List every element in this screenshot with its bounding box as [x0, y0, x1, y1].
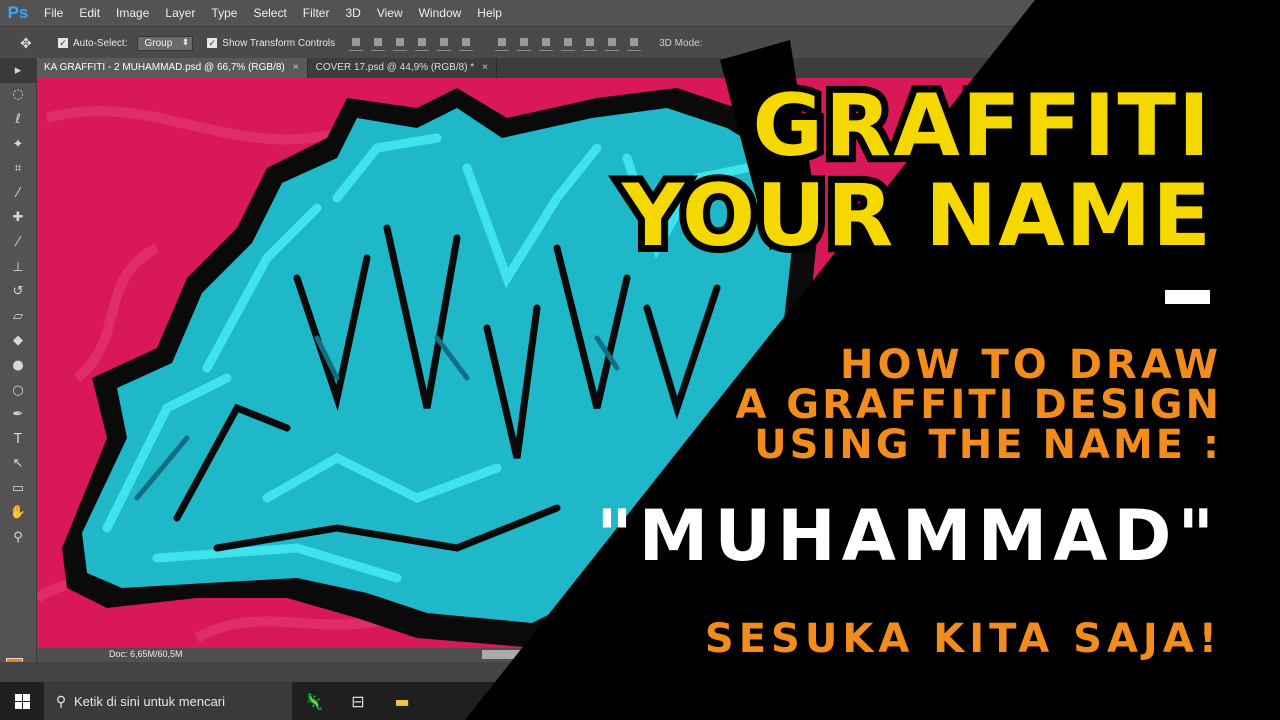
distribute-vcenter-icon[interactable] — [517, 36, 532, 51]
menu-image[interactable]: Image — [108, 0, 157, 26]
marquee-icon[interactable]: ◌ — [0, 83, 36, 108]
align-bottom-icon[interactable] — [393, 36, 408, 51]
zoom-icon[interactable]: ⚲ — [0, 525, 36, 550]
history-brush-icon[interactable]: ↺ — [0, 279, 36, 304]
rectangle-icon[interactable]: ▭ — [0, 476, 36, 501]
dodge-icon[interactable]: ○ — [0, 378, 36, 403]
close-icon[interactable]: × — [293, 62, 299, 73]
cortana-lizard-icon[interactable]: 🦎 — [292, 682, 336, 720]
distribute-top-icon[interactable] — [495, 36, 510, 51]
magic-wand-icon[interactable]: ✦ — [0, 132, 36, 157]
distribute-bottom-icon[interactable] — [539, 36, 554, 51]
distribute-left-icon[interactable] — [561, 36, 576, 51]
tab-label: COVER 17.psd @ 44,9% (RGB/8) * — [315, 62, 475, 73]
bucket-icon[interactable]: ◆ — [0, 329, 36, 354]
menu-view[interactable]: View — [369, 0, 411, 26]
auto-select-label: Auto-Select: — [73, 37, 128, 49]
menu-bar: Ps File Edit Image Layer Type Select Fil… — [0, 0, 1280, 26]
align-hcenter-icon[interactable] — [437, 36, 452, 51]
align-top-icon[interactable] — [349, 36, 364, 51]
search-placeholder: Ketik di sini untuk mencari — [74, 693, 226, 709]
eraser-icon[interactable]: ▱ — [0, 304, 36, 329]
distribute-buttons — [495, 36, 649, 51]
options-bar: ✥ ✓ Auto-Select: Group ✓ Show Transform … — [0, 26, 1280, 59]
task-view-icon[interactable]: ⊟ — [336, 682, 380, 720]
menu-layer[interactable]: Layer — [157, 0, 203, 26]
tab-cover-17[interactable]: COVER 17.psd @ 44,9% (RGB/8) * × — [308, 58, 497, 78]
checkbox-icon: ✓ — [58, 38, 68, 48]
crop-icon[interactable]: ⌗ — [0, 156, 36, 181]
windows-icon — [14, 693, 30, 709]
pen-icon[interactable]: ✒ — [0, 402, 36, 427]
move-tool-preset-icon[interactable]: ✥ — [20, 35, 44, 52]
align-right-icon[interactable] — [459, 36, 474, 51]
hand-icon[interactable]: ✋ — [0, 501, 36, 526]
distribute-right-icon[interactable] — [605, 36, 620, 51]
move-icon[interactable]: ▸ — [0, 58, 36, 83]
checkbox-icon: ✓ — [207, 38, 218, 48]
menu-help[interactable]: Help — [469, 0, 510, 26]
menu-type[interactable]: Type — [203, 0, 245, 26]
windows-start-button[interactable] — [0, 682, 44, 720]
document-canvas[interactable] — [37, 78, 1280, 648]
doc-size-readout: Doc: 6,65M/60,5M — [109, 649, 183, 659]
path-select-icon[interactable]: ↖ — [0, 452, 36, 477]
align-left-icon[interactable] — [415, 36, 430, 51]
menu-window[interactable]: Window — [411, 0, 470, 26]
graffiti-artwork — [37, 88, 817, 648]
file-explorer-icon[interactable]: ▬ — [380, 682, 424, 720]
auto-align-icon[interactable] — [627, 36, 642, 51]
eyedropper-icon[interactable]: ⁄ — [0, 181, 36, 206]
brush-icon[interactable]: ⁄ — [0, 230, 36, 255]
align-buttons — [349, 36, 481, 51]
menu-select[interactable]: Select — [245, 0, 294, 26]
timeline-panel — [0, 662, 1280, 682]
tab-graffiti-muhammad[interactable]: KA GRAFFITI - 2 MUHAMMAD.psd @ 66,7% (RG… — [36, 58, 308, 78]
healing-icon[interactable]: ✚ — [0, 206, 36, 231]
horizontal-scrollbar[interactable] — [482, 650, 562, 659]
search-icon: ⚲ — [55, 692, 67, 709]
show-transform-checkbox[interactable]: ✓ Show Transform Controls — [207, 38, 335, 49]
stamp-icon[interactable]: ⊥ — [0, 255, 36, 280]
menu-3d[interactable]: 3D — [337, 0, 368, 26]
auto-select-dropdown[interactable]: Group — [137, 35, 194, 51]
close-icon[interactable]: × — [482, 62, 488, 73]
type-icon[interactable]: T — [0, 427, 36, 452]
status-bar: Doc: 6,65M/60,5M — [37, 648, 1280, 662]
taskbar: ⚲ Ketik di sini untuk mencari 🦎 ⊟ ▬ — [0, 682, 1280, 720]
menu-edit[interactable]: Edit — [71, 0, 108, 26]
taskbar-search[interactable]: ⚲ Ketik di sini untuk mencari — [44, 682, 292, 720]
photoshop-logo: Ps — [7, 3, 29, 22]
align-vcenter-icon[interactable] — [371, 36, 386, 51]
tab-label: KA GRAFFITI - 2 MUHAMMAD.psd @ 66,7% (RG… — [44, 62, 285, 73]
blur-icon[interactable]: ● — [0, 353, 36, 378]
tools-panel: ▸ ◌ ℓ ✦ ⌗ ⁄ ✚ ⁄ ⊥ ↺ ▱ ◆ ● ○ ✒ T ↖ ▭ ✋ ⚲ — [0, 58, 37, 683]
lasso-icon[interactable]: ℓ — [0, 107, 36, 132]
document-tabs: KA GRAFFITI - 2 MUHAMMAD.psd @ 66,7% (RG… — [36, 58, 1280, 78]
menu-file[interactable]: File — [36, 0, 71, 26]
auto-select-checkbox[interactable]: ✓ Auto-Select: — [58, 38, 127, 49]
3d-mode-label: 3D Mode: — [659, 37, 703, 49]
menu-filter[interactable]: Filter — [295, 0, 338, 26]
show-transform-label: Show Transform Controls — [222, 37, 336, 49]
distribute-hcenter-icon[interactable] — [583, 36, 598, 51]
